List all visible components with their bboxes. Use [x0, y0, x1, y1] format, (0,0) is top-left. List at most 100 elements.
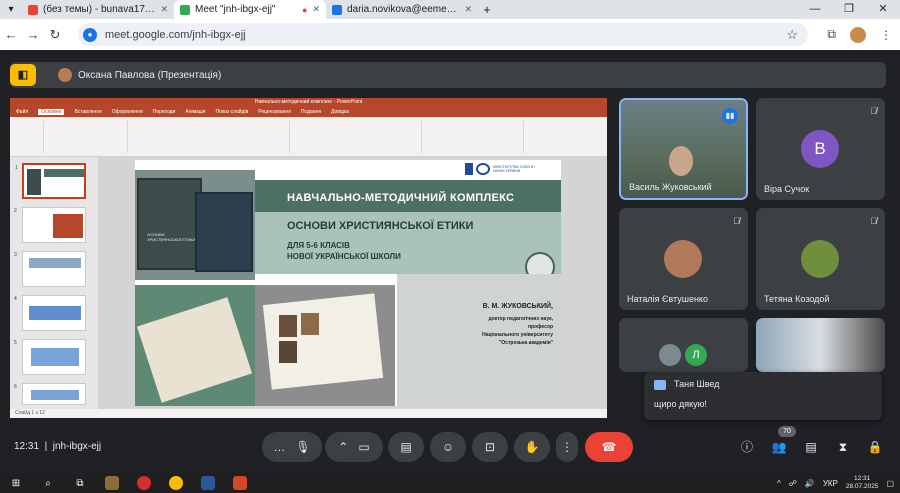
- participant-tile[interactable]: 🎙̸ В Віра Сучок: [756, 98, 885, 200]
- ministry-logo: МІНІСТЕРСТВО ОСВІТИ І НАУКИ УКРАЇНИ: [465, 160, 561, 178]
- meet-icon: [180, 4, 190, 15]
- participant-tile[interactable]: [756, 318, 885, 372]
- more-options-button[interactable]: ⋮: [556, 432, 578, 462]
- task-view-icon[interactable]: ⧉: [64, 478, 96, 489]
- ppt-menu-item: Основне: [38, 109, 65, 115]
- back-arrow-icon[interactable]: ←: [0, 27, 22, 42]
- chevron-up-icon[interactable]: ⌃: [338, 440, 348, 454]
- tray-chevron-icon[interactable]: ^: [777, 479, 781, 488]
- current-slide: ОСНОВИ ХРИСТИЯНСЬКОЇ ЕТИКИ МІНІСТЕРСТВО …: [135, 160, 561, 406]
- extensions-icon[interactable]: ⧉: [827, 27, 836, 42]
- volume-icon[interactable]: 🔊: [805, 479, 815, 488]
- ppt-title-bar: Навчально-методичний комплекс - PowerPoi…: [10, 98, 607, 107]
- ppt-menu-item: Файл: [16, 109, 29, 115]
- participant-avatar: В: [801, 130, 839, 168]
- captions-icon: ▤: [400, 440, 412, 454]
- more-vert-icon: ⋮: [561, 440, 573, 454]
- participant-name: Василь Жуковський: [629, 182, 712, 192]
- close-tab-icon[interactable]: ✕: [312, 4, 320, 15]
- author-info-line: доктор педагогічних наук,: [488, 316, 553, 322]
- windows-start-icon[interactable]: ⊞: [0, 478, 32, 489]
- activities-button[interactable]: ⧗: [832, 436, 854, 458]
- book-cover-image: [195, 192, 253, 272]
- taskbar-time: 12:31: [854, 475, 871, 482]
- tab-search-icon[interactable]: ▾: [0, 4, 22, 15]
- word-app-icon[interactable]: [201, 476, 215, 490]
- site-info-icon[interactable]: ●: [83, 27, 97, 42]
- ribbon-group: [10, 121, 44, 153]
- opera-app-icon[interactable]: [137, 476, 151, 490]
- camera-toggle-group[interactable]: ⌃ ▭: [325, 432, 383, 462]
- slide-grade-lines: ДЛЯ 5-6 КЛАСІВ НОВОЇ УКРАЇНСЬКОЇ ШКОЛИ: [287, 240, 401, 262]
- host-controls-button[interactable]: 🔒: [864, 436, 886, 458]
- ministry-logo-text: МІНІСТЕРСТВО ОСВІТИ І НАУКИ УКРАЇНИ: [493, 165, 536, 173]
- ribbon-group: [46, 121, 128, 153]
- recording-icon: ●: [302, 4, 308, 15]
- mic-icon[interactable]: 🎙: [295, 440, 310, 454]
- ppt-menu-item: Оформлення: [111, 109, 143, 115]
- explorer-app-icon[interactable]: [105, 476, 119, 490]
- people-button[interactable]: 👥: [768, 436, 790, 458]
- participant-tile[interactable]: 🎙̸ Наталія Євтушенко: [619, 208, 748, 310]
- book-cover-image: ОСНОВИ ХРИСТИЯНСЬКОЇ ЕТИКИ: [137, 178, 202, 270]
- language-indicator[interactable]: УКР: [823, 479, 838, 488]
- activities-logo-icon[interactable]: ◧: [10, 64, 36, 86]
- more-audio-icon[interactable]: …: [273, 440, 285, 454]
- notifications-icon[interactable]: ▢: [886, 479, 894, 488]
- meeting-time: 12:31: [14, 441, 40, 452]
- forward-arrow-icon[interactable]: →: [22, 27, 44, 42]
- more-menu-icon[interactable]: ⋮: [880, 28, 892, 42]
- slide-line-1: ДЛЯ 5-6 КЛАСІВ: [287, 241, 350, 250]
- meeting-info-button[interactable]: ⓘ: [736, 436, 758, 458]
- maximize-button[interactable]: ❐: [832, 0, 866, 19]
- minimize-button[interactable]: —: [798, 0, 832, 19]
- close-tab-icon[interactable]: ✕: [160, 4, 168, 15]
- reload-icon[interactable]: ↻: [44, 27, 66, 43]
- slide-subtitle: ОСНОВИ ХРИСТИЯНСЬКОЇ ЕТИКИ: [287, 220, 474, 232]
- address-bar[interactable]: ● meet.google.com/jnh-ibgx-ejj ☆: [78, 23, 808, 46]
- present-button[interactable]: ⊡: [472, 432, 508, 462]
- network-icon[interactable]: ☍: [789, 479, 797, 488]
- close-tab-icon[interactable]: ✕: [464, 4, 472, 15]
- ppt-slide-thumbnails: 1 2 3 4 5 6: [10, 157, 98, 409]
- reactions-button[interactable]: ☺: [430, 432, 466, 462]
- search-icon[interactable]: ⌕: [32, 478, 64, 489]
- browser-tab-gmail[interactable]: (без темы) - bunava17@gmail.c ✕: [22, 0, 174, 19]
- leave-call-button[interactable]: ☎: [585, 432, 633, 462]
- tab-title: daria.novikova@eemeurope.org: [347, 4, 459, 15]
- chat-button[interactable]: ▤: [800, 436, 822, 458]
- meeting-time-code: 12:31 | jnh-ibgx-ejj: [14, 441, 102, 452]
- ppt-ribbon: [10, 117, 607, 157]
- raise-hand-button[interactable]: ✋: [514, 432, 550, 462]
- browser-tab-meet[interactable]: Meet "jnh-ibgx-ejj" ● ✕: [174, 0, 326, 19]
- participant-name: Наталія Євтушенко: [627, 294, 708, 304]
- ppt-menu-bar: Файл Основне Вставлення Оформлення Перех…: [10, 107, 607, 117]
- close-window-button[interactable]: ✕: [866, 0, 900, 19]
- participant-tile[interactable]: ▮▮ Василь Жуковський: [619, 98, 748, 200]
- chat-notification[interactable]: Таня Швед щиро дякую!: [644, 372, 882, 420]
- participant-tile[interactable]: 🎙̸ Тетяна Козодой: [756, 208, 885, 310]
- mic-off-icon: 🎙̸: [733, 216, 740, 226]
- camera-icon[interactable]: ▭: [358, 440, 369, 454]
- ppt-menu-item: Довідка: [331, 109, 350, 115]
- slide-thumbnail: 4: [14, 295, 86, 331]
- browser-tab-mail[interactable]: daria.novikova@eemeurope.org ✕: [326, 0, 478, 19]
- participant-face: [669, 146, 693, 176]
- new-tab-button[interactable]: +: [478, 2, 496, 17]
- tab-title: (без темы) - bunava17@gmail.c: [43, 4, 156, 15]
- profile-avatar[interactable]: [850, 26, 866, 43]
- google-icon: [332, 4, 342, 15]
- captions-button[interactable]: ▤: [388, 432, 424, 462]
- taskbar-date: 28.07.2025: [845, 483, 879, 490]
- mic-toggle-group[interactable]: … 🎙: [262, 432, 322, 462]
- chrome-app-icon[interactable]: [169, 476, 183, 490]
- participant-avatar: [659, 344, 681, 366]
- author-credentials: доктор педагогічних наук, професор Націо…: [425, 315, 553, 347]
- participant-tile[interactable]: Л: [619, 318, 748, 372]
- bookmark-star-icon[interactable]: ☆: [786, 27, 798, 43]
- hang-up-icon: ☎: [601, 440, 617, 454]
- presenter-avatar: [58, 68, 72, 82]
- powerpoint-app-icon[interactable]: [233, 476, 247, 490]
- presenter-bar: Оксана Павлова (Презентація): [10, 62, 886, 88]
- taskbar-clock[interactable]: 12:31 28.07.2025: [846, 475, 879, 491]
